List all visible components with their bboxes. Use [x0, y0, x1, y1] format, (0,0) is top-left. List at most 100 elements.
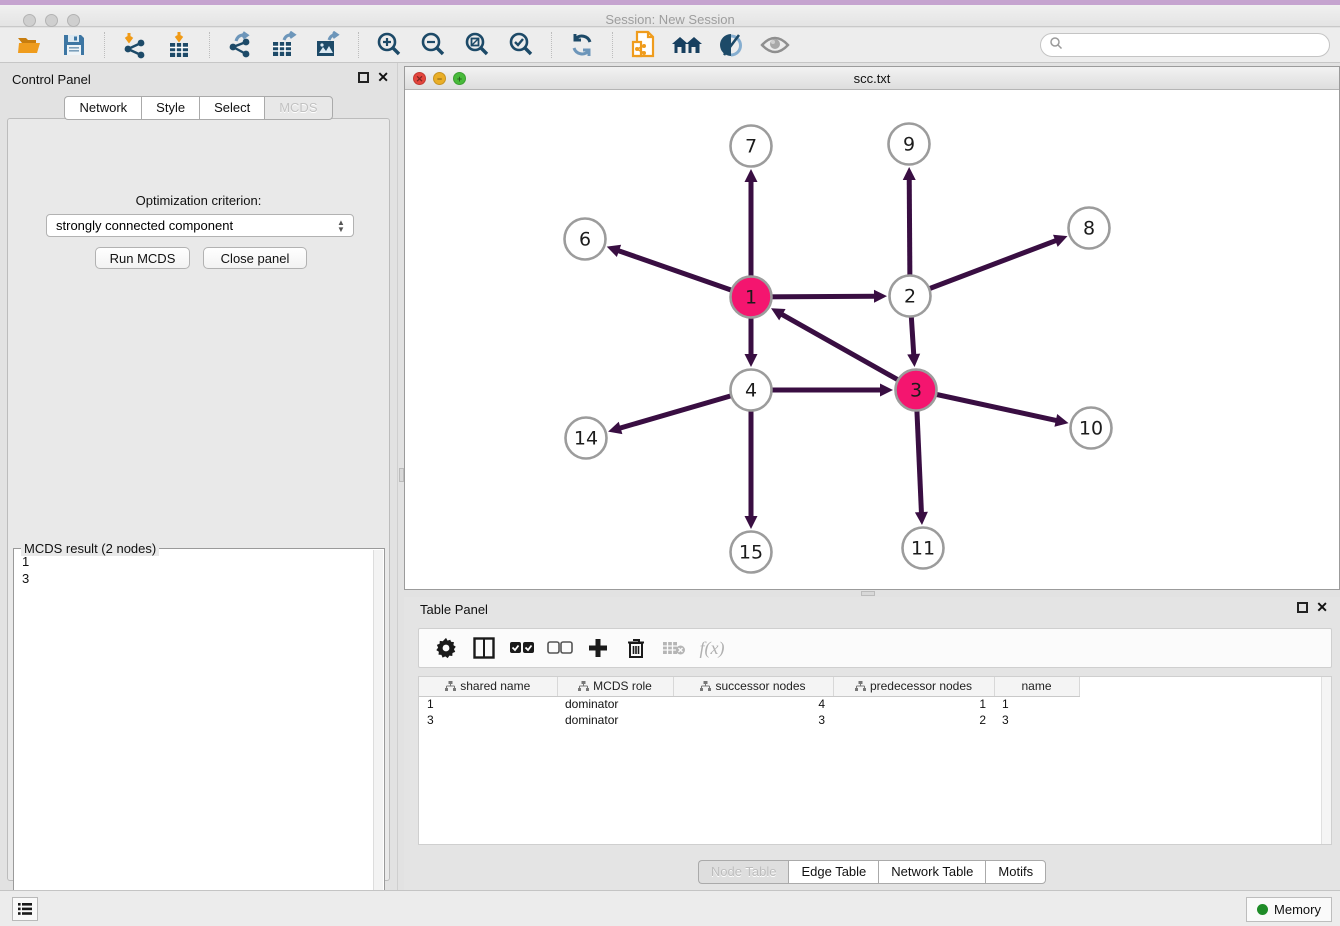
control-panel-title: Control Panel: [0, 72, 91, 87]
float-panel-icon[interactable]: [1297, 602, 1308, 613]
unselect-all-icon[interactable]: [541, 631, 579, 665]
export-network-icon[interactable]: [218, 29, 262, 61]
table-row[interactable]: 1dominator411: [419, 696, 1079, 712]
column-header-predecessor-nodes[interactable]: predecessor nodes: [833, 677, 994, 696]
node-8[interactable]: 8: [1069, 208, 1110, 249]
tab-mcds[interactable]: MCDS: [264, 96, 332, 120]
mcds-panel: Optimization criterion: strongly connect…: [7, 118, 390, 881]
memory-label: Memory: [1274, 902, 1321, 917]
memory-status-icon: [1257, 904, 1268, 915]
application-window: Session: New Session: [0, 0, 1340, 926]
tab-network[interactable]: Network: [64, 96, 141, 120]
node-15[interactable]: 15: [731, 532, 772, 573]
cell[interactable]: 4: [673, 696, 833, 712]
node-3[interactable]: 3: [896, 370, 937, 411]
open-session-icon[interactable]: [8, 29, 52, 61]
close-panel-icon[interactable]: ✕: [377, 72, 389, 83]
tab-network-table[interactable]: Network Table: [878, 860, 985, 884]
network-window-titlebar[interactable]: ✕ − + scc.txt: [405, 67, 1339, 90]
node-1[interactable]: 1: [731, 277, 772, 318]
arrowhead-icon: [903, 167, 916, 180]
eye-icon[interactable]: [753, 29, 797, 61]
node-11[interactable]: 11: [903, 528, 944, 569]
main-toolbar: [0, 28, 1340, 63]
network-canvas[interactable]: 7 9 6 8 1 2 4 3 14 10 15 11: [405, 90, 1339, 589]
arrowhead-icon: [607, 245, 621, 257]
import-network-icon[interactable]: [113, 29, 157, 61]
zoom-out-icon[interactable]: [411, 29, 455, 61]
control-panel-tabs: NetworkStyleSelectMCDS: [0, 96, 397, 120]
import-table-icon[interactable]: [157, 29, 201, 61]
column-header-shared-name[interactable]: shared name: [419, 677, 557, 696]
cell[interactable]: 1: [833, 696, 994, 712]
svg-text:14: 14: [574, 428, 598, 450]
zoom-selected-icon[interactable]: [499, 29, 543, 61]
tab-edge-table[interactable]: Edge Table: [788, 860, 878, 884]
node-4[interactable]: 4: [731, 370, 772, 411]
node-7[interactable]: 7: [731, 126, 772, 167]
network-view-title: scc.txt: [405, 71, 1339, 86]
arrowhead-icon: [608, 422, 622, 434]
tab-select[interactable]: Select: [199, 96, 264, 120]
tab-motifs[interactable]: Motifs: [985, 860, 1046, 884]
cell[interactable]: 1: [419, 696, 557, 712]
node-14[interactable]: 14: [566, 418, 607, 459]
settings-gear-icon[interactable]: [427, 631, 465, 665]
node-6[interactable]: 6: [565, 219, 606, 260]
edge-2-8[interactable]: [910, 240, 1057, 296]
cell[interactable]: 3: [994, 712, 1079, 728]
cell[interactable]: 2: [833, 712, 994, 728]
table-scrollbar[interactable]: [1321, 677, 1331, 844]
optimization-criterion-label: Optimization criterion:: [8, 193, 389, 208]
splitter-handle[interactable]: [861, 591, 875, 596]
close-panel-button[interactable]: Close panel: [203, 247, 307, 269]
delete-column-icon[interactable]: [617, 631, 655, 665]
network-graph[interactable]: 7 9 6 8 1 2 4 3 14 10 15 11: [405, 90, 1339, 589]
refresh-icon[interactable]: [560, 29, 604, 61]
node-2[interactable]: 2: [890, 276, 931, 317]
table-header-row: shared nameMCDS rolesuccessor nodesprede…: [419, 677, 1079, 696]
node-table-grid[interactable]: shared nameMCDS rolesuccessor nodesprede…: [419, 677, 1080, 728]
tab-node-table[interactable]: Node Table: [698, 860, 789, 884]
export-table-icon[interactable]: [262, 29, 306, 61]
cell[interactable]: dominator: [557, 696, 673, 712]
split-panel-icon[interactable]: [465, 631, 503, 665]
cell[interactable]: 3: [673, 712, 833, 728]
mcds-result-scrollbar[interactable]: [373, 550, 383, 924]
table-row[interactable]: 3dominator323: [419, 712, 1079, 728]
zoom-fit-icon[interactable]: [455, 29, 499, 61]
svg-text:15: 15: [739, 542, 763, 564]
node-9[interactable]: 9: [889, 124, 930, 165]
mcds-result-text[interactable]: 1 3: [16, 553, 372, 923]
tab-style[interactable]: Style: [141, 96, 199, 120]
cell[interactable]: dominator: [557, 712, 673, 728]
memory-button[interactable]: Memory: [1246, 897, 1332, 922]
titlebar[interactable]: Session: New Session: [0, 5, 1340, 27]
zoom-in-icon[interactable]: [367, 29, 411, 61]
column-header-name[interactable]: name: [994, 677, 1079, 696]
arrowhead-icon: [907, 354, 920, 367]
export-image-icon[interactable]: [306, 29, 350, 61]
homes-icon[interactable]: [665, 29, 709, 61]
function-builder-icon: f(x): [693, 631, 731, 665]
close-panel-icon[interactable]: ✕: [1316, 602, 1328, 613]
node-table[interactable]: shared nameMCDS rolesuccessor nodesprede…: [418, 676, 1332, 845]
add-column-icon[interactable]: [579, 631, 617, 665]
network-from-file-icon[interactable]: [621, 29, 665, 61]
column-header-MCDS-role[interactable]: MCDS role: [557, 677, 673, 696]
column-header-successor-nodes[interactable]: successor nodes: [673, 677, 833, 696]
search-input[interactable]: [1040, 33, 1330, 57]
edge-3-1[interactable]: [781, 314, 916, 390]
hide-labels-icon[interactable]: [709, 29, 753, 61]
task-history-button[interactable]: [12, 897, 38, 921]
cell[interactable]: 1: [994, 696, 1079, 712]
cell[interactable]: 3: [419, 712, 557, 728]
criterion-select[interactable]: strongly connected component ▲▼: [46, 214, 354, 237]
horizontal-splitter[interactable]: [404, 590, 1340, 597]
run-mcds-button[interactable]: Run MCDS: [95, 247, 190, 269]
float-panel-icon[interactable]: [358, 72, 369, 83]
save-session-icon[interactable]: [52, 29, 96, 61]
node-10[interactable]: 10: [1071, 408, 1112, 449]
vertical-splitter[interactable]: [397, 63, 404, 890]
select-all-icon[interactable]: [503, 631, 541, 665]
